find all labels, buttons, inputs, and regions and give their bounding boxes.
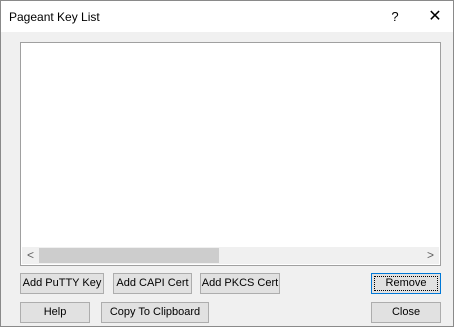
window-title: Pageant Key List [9, 10, 100, 24]
add-pkcs-cert-button[interactable]: Add PKCS Cert [200, 273, 280, 294]
remove-button[interactable]: Remove [371, 273, 441, 294]
horizontal-scrollbar[interactable]: < > [22, 247, 439, 264]
pageant-key-list-dialog: Pageant Key List ? ✕ < > Add PuTTY Key A… [0, 0, 454, 327]
add-capi-cert-button[interactable]: Add CAPI Cert [113, 273, 192, 294]
title-bar[interactable]: Pageant Key List ? ✕ [1, 1, 453, 32]
close-button[interactable]: Close [371, 302, 441, 323]
help-button[interactable]: Help [20, 302, 90, 323]
scroll-thumb[interactable] [39, 248, 219, 263]
add-putty-key-button[interactable]: Add PuTTY Key [20, 273, 104, 294]
scroll-left-icon[interactable]: < [22, 247, 39, 264]
remove-button-label: Remove [374, 276, 438, 291]
copy-to-clipboard-button[interactable]: Copy To Clipboard [101, 302, 209, 323]
scroll-right-icon[interactable]: > [422, 247, 439, 264]
close-icon[interactable]: ✕ [417, 1, 453, 32]
key-list[interactable]: < > [20, 42, 441, 266]
help-icon[interactable]: ? [377, 1, 413, 32]
